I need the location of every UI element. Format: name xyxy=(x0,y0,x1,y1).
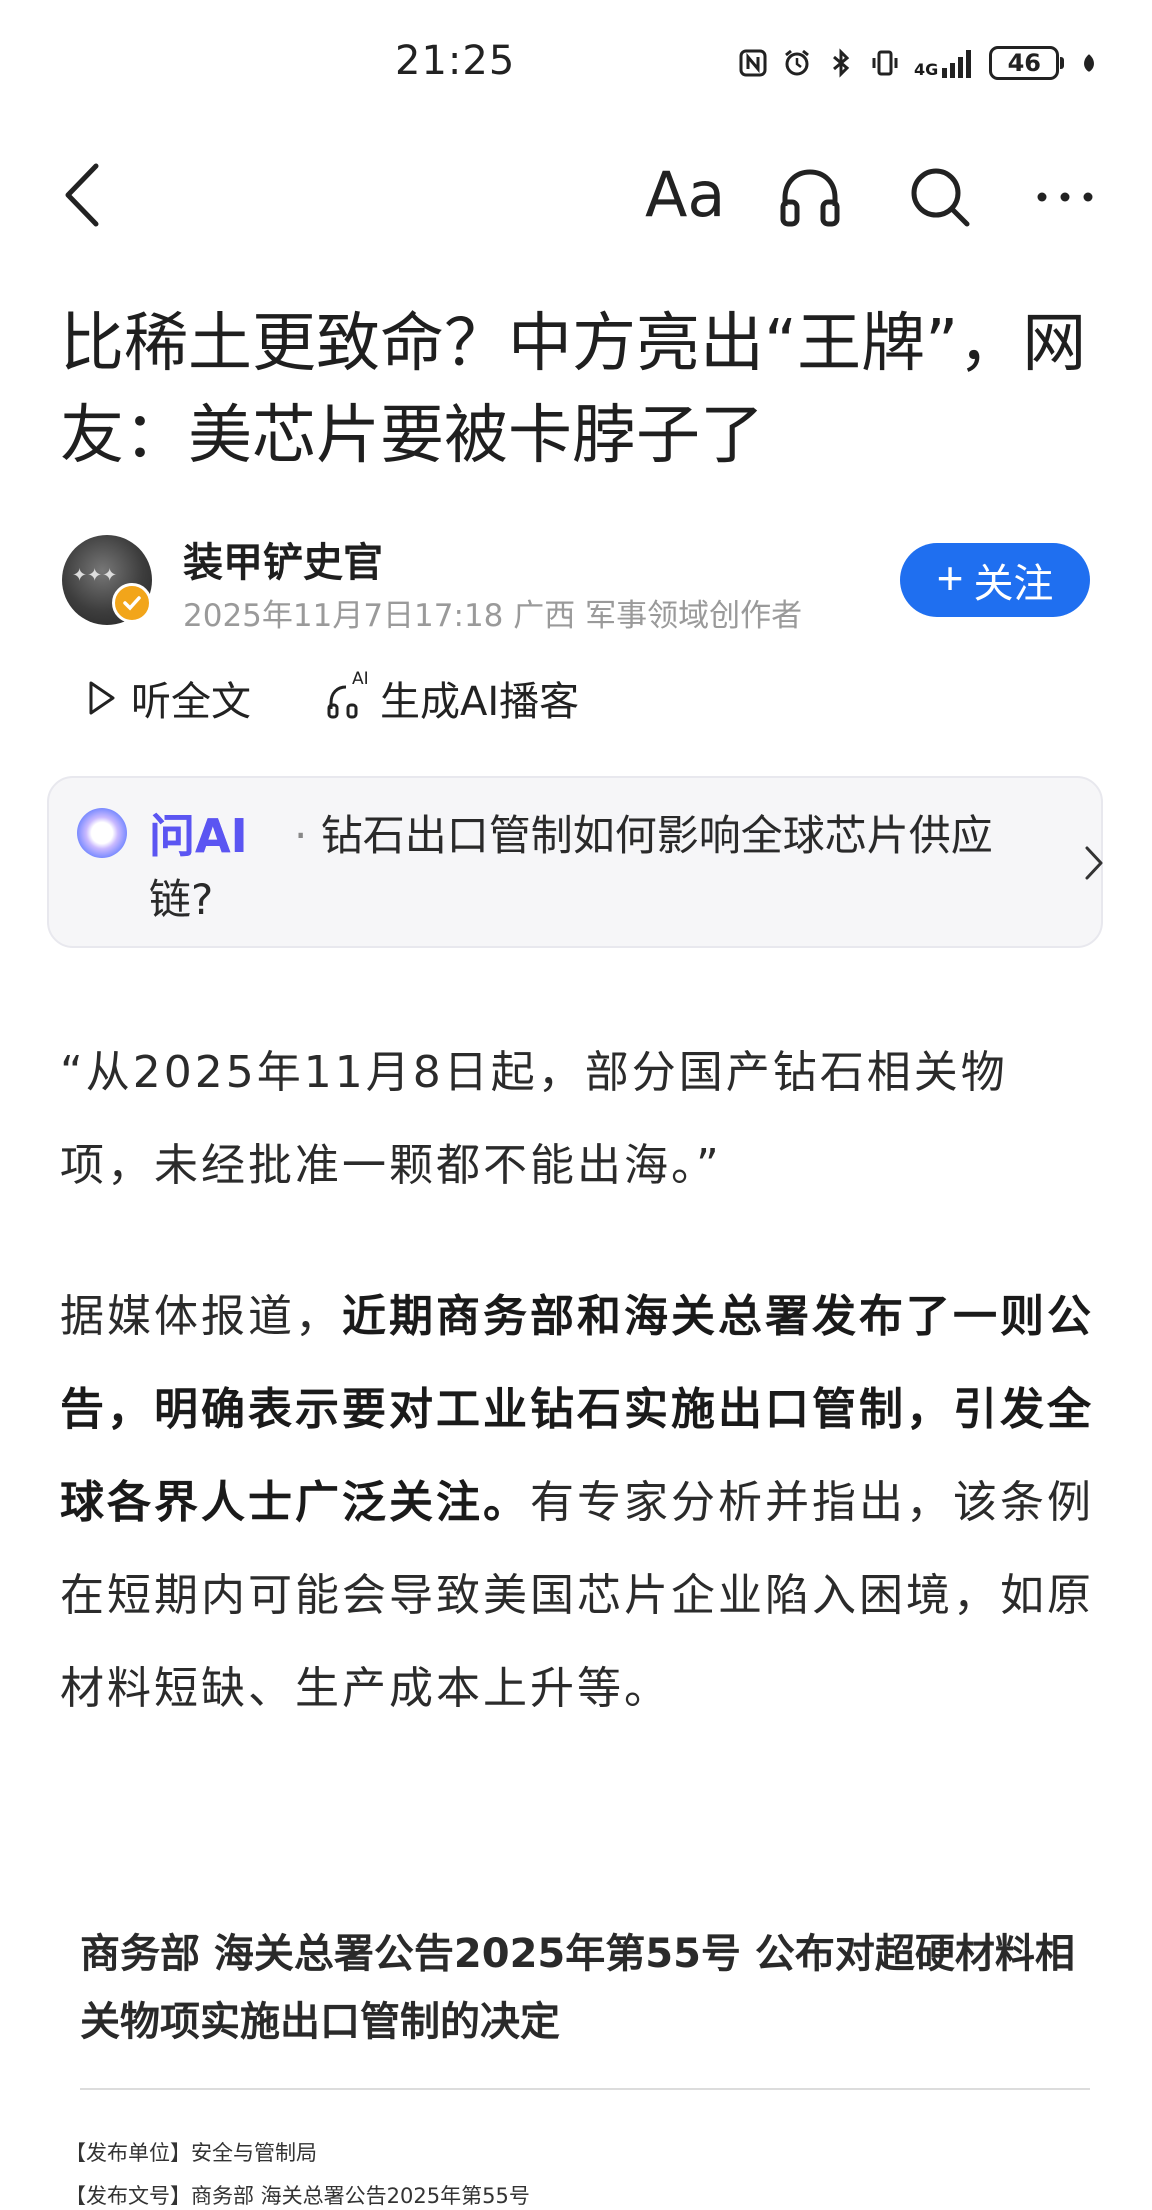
announcement-title: 商务部 海关总署公告2025年第55号 公布对超硬材料相关物项实施出口管制的决定 xyxy=(80,1931,1075,2045)
back-icon[interactable] xyxy=(58,160,108,230)
chevron-right-icon xyxy=(1085,846,1103,880)
ai-podcast-button[interactable]: AI 生成AI播客 xyxy=(326,669,579,727)
follow-label: 关注 xyxy=(973,562,1054,606)
more-icon[interactable] xyxy=(1030,162,1100,232)
font-size-button[interactable]: Aa xyxy=(645,158,725,231)
vibrate-icon xyxy=(872,50,898,76)
leaf-icon xyxy=(1084,54,1095,72)
article-title: 比稀土更致命？中方亮出“王牌”，网友：美芯片要被卡脖子了 xyxy=(60,307,1087,473)
signal-icon xyxy=(942,50,972,78)
battery-level: 46 xyxy=(989,46,1060,80)
search-icon[interactable] xyxy=(905,162,975,232)
announcement-issuer: 【发布单位】安全与管制局 xyxy=(65,2141,317,2165)
ask-ai-card[interactable]: · 钻石出口管制如何影响全球芯片供应链? 问AI xyxy=(47,776,1103,948)
plus-icon: + xyxy=(936,552,964,604)
avatar-logo: ✦✦✦ xyxy=(72,565,118,586)
podcast-ai-badge: AI xyxy=(352,669,369,689)
network-indicator: 4G xyxy=(914,48,975,78)
ask-ai-brand: 问AI xyxy=(149,800,248,866)
status-icons: 4G 46 xyxy=(738,46,1100,80)
status-bar: 21:25 4G 46 xyxy=(0,0,1152,130)
announcement-divider xyxy=(80,2088,1090,2090)
announcement-doc-number: 【发布文号】商务部 海关总署公告2025年第55号 xyxy=(65,2184,530,2208)
audio-actions: 听全文 AI 生成AI播客 xyxy=(85,669,654,727)
ai-orb-icon xyxy=(77,808,127,858)
follow-button[interactable]: + 关注 xyxy=(900,543,1090,617)
play-icon xyxy=(89,681,115,715)
listen-full-label: 听全文 xyxy=(131,679,251,725)
headphones-icon[interactable] xyxy=(775,162,845,232)
alarm-icon xyxy=(785,49,809,76)
ask-ai-separator: · xyxy=(294,811,308,860)
battery-icon: 46 xyxy=(989,46,1065,80)
top-nav: Aa xyxy=(0,140,1152,250)
network-type: 4G xyxy=(914,60,939,79)
bluetooth-icon xyxy=(833,48,850,78)
quote-paragraph: “从2025年11月8日起，部分国产钻石相关物项，未经批准一颗都不能出海。” xyxy=(60,1047,1008,1191)
ai-podcast-label: 生成AI播客 xyxy=(380,679,580,725)
report-lead: 据媒体报道， xyxy=(60,1291,342,1342)
status-time: 21:25 xyxy=(395,38,516,84)
author-meta: 2025年11月7日17:18 广西 军事领域创作者 xyxy=(183,598,803,634)
nfc-icon xyxy=(739,49,767,77)
listen-full-button[interactable]: 听全文 xyxy=(85,669,251,727)
battery-tip xyxy=(1060,57,1065,69)
report-paragraph: 据媒体报道，近期商务部和海关总署发布了一则公告，明确表示要对工业钻石实施出口管制… xyxy=(60,1270,1095,1735)
verified-badge-icon xyxy=(112,583,152,623)
ask-ai-question: · 钻石出口管制如何影响全球芯片供应链? xyxy=(149,804,1049,932)
podcast-icon: AI xyxy=(326,669,372,721)
ask-ai-question-text: 钻石出口管制如何影响全球芯片供应链? xyxy=(149,811,993,924)
author-name[interactable]: 装甲铲史官 xyxy=(183,530,383,588)
